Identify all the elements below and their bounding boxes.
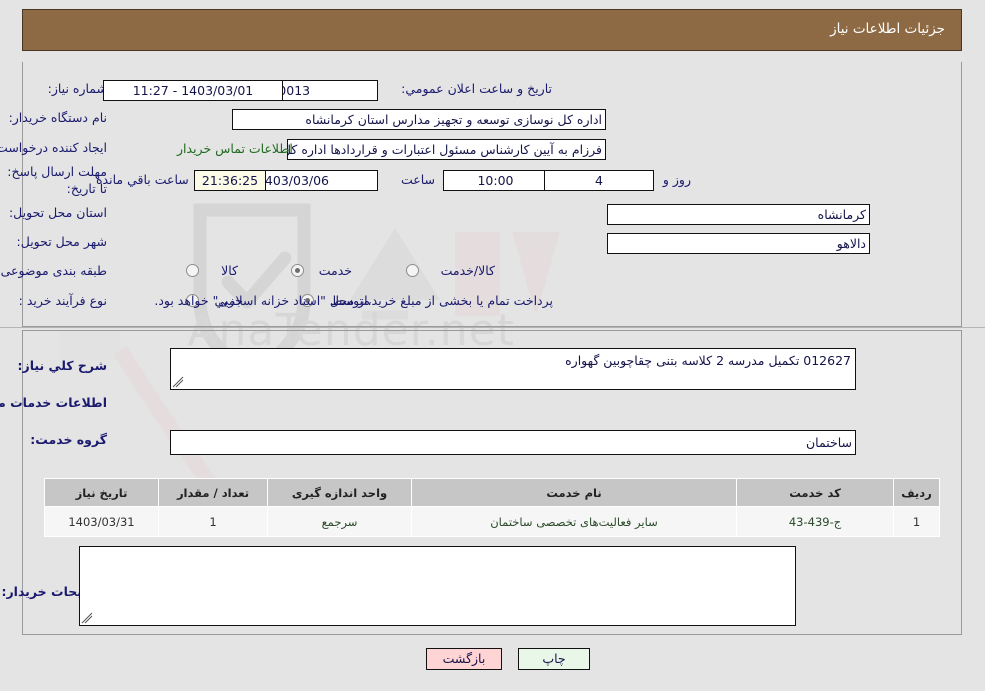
col-quantity: تعداد / مقدار: [158, 478, 268, 507]
days-and-label: روز و: [662, 172, 691, 187]
need-number-label: شماره نیاز:: [47, 81, 107, 96]
hours-remaining-label: ساعت باقي مانده: [96, 172, 189, 187]
header-bar: جزئیات اطلاعات نیاز: [22, 9, 962, 51]
cell-need-date: 1403/03/31: [44, 506, 159, 537]
process-label: نوع فرآیند خرید :: [18, 293, 107, 308]
cell-service-code: ج-439-43: [736, 506, 894, 537]
table-row: 1 ج-439-43 سایر فعالیت‌های تخصصی ساختمان…: [44, 506, 940, 537]
col-unit: واحد اندازه گیری: [267, 478, 412, 507]
days-remaining-value: 4: [544, 170, 654, 191]
radio-category-kala-label: کالا: [221, 263, 238, 278]
deadline-label: مهلت ارسال پاسخ: تا تاریخ:: [7, 164, 107, 196]
col-service-code: کد خدمت: [736, 478, 894, 507]
announce-datetime-value: 1403/03/01 - 11:27: [103, 80, 283, 101]
cell-row: 1: [893, 506, 940, 537]
requester-label: ایجاد کننده درخواست:: [0, 140, 107, 155]
radio-category-kala[interactable]: [186, 264, 199, 277]
radio-category-khedmat[interactable]: [291, 264, 304, 277]
requester-value: فرزام به آیین کارشناس مسئول اعتبارات و ق…: [287, 139, 606, 160]
cell-unit: سرجمع: [267, 506, 412, 537]
cell-quantity: 1: [158, 506, 268, 537]
col-row: ردیف: [893, 478, 940, 507]
general-description-value[interactable]: 012627 تکمیل مدرسه 2 کلاسه بتنی چقاچوبین…: [170, 348, 856, 390]
table-header-row: ردیف کد خدمت نام خدمت واحد اندازه گیری ت…: [44, 478, 940, 507]
province-label: استان محل تحویل:: [8, 205, 107, 220]
hour-label: ساعت: [400, 172, 435, 187]
page-title: جزئیات اطلاعات نیاز: [830, 21, 945, 37]
need-info-panel: [22, 62, 962, 327]
buyer-contact-link[interactable]: اطلاعات تماس خریدار: [177, 141, 293, 156]
services-section-title: اطلاعات خدمات مورد نیاز: [0, 395, 107, 410]
buyer-notes-value[interactable]: [79, 546, 796, 626]
announce-datetime-label: تاریخ و ساعت اعلان عمومي:: [401, 81, 552, 96]
cell-service-name: سایر فعالیت‌های تخصصی ساختمان: [411, 506, 737, 537]
category-label: طبقه بندی موضوعی:: [0, 263, 107, 278]
service-group-value[interactable]: ساختمان: [170, 430, 856, 455]
col-service-name: نام خدمت: [411, 478, 737, 507]
page-root: AnaTender.net جزئیات اطلاعات نیاز شماره …: [0, 0, 985, 691]
radio-category-khedmat-label: خدمت: [318, 263, 352, 278]
city-value: دالاهو: [607, 233, 870, 254]
payment-note: پرداخت تمام یا بخشی از مبلغ خرید،از محل …: [154, 293, 553, 308]
radio-category-kala-khedmat[interactable]: [406, 264, 419, 277]
city-label: شهر محل تحویل:: [16, 234, 107, 249]
col-need-date: تاریخ نیاز: [44, 478, 159, 507]
services-table: ردیف کد خدمت نام خدمت واحد اندازه گیری ت…: [44, 478, 940, 537]
radio-category-kala-khedmat-label: کالا/خدمت: [440, 263, 495, 278]
buyer-org-value: اداره کل نوسازی توسعه و تجهیز مدارس استا…: [232, 109, 606, 130]
panel-divider: [0, 327, 985, 328]
print-button[interactable]: چاپ: [518, 648, 590, 670]
general-description-label: شرح کلي نیاز:: [17, 358, 107, 373]
services-table-wrapper: ردیف کد خدمت نام خدمت واحد اندازه گیری ت…: [44, 478, 940, 537]
countdown-value: 21:36:25: [194, 170, 266, 191]
province-value: کرمانشاه: [607, 204, 870, 225]
buyer-org-label: نام دستگاه خریدار:: [8, 110, 107, 125]
back-button[interactable]: بازگشت: [426, 648, 502, 670]
service-group-label: گروه خدمت:: [30, 432, 107, 447]
deadline-time-value: 10:00: [443, 170, 548, 191]
